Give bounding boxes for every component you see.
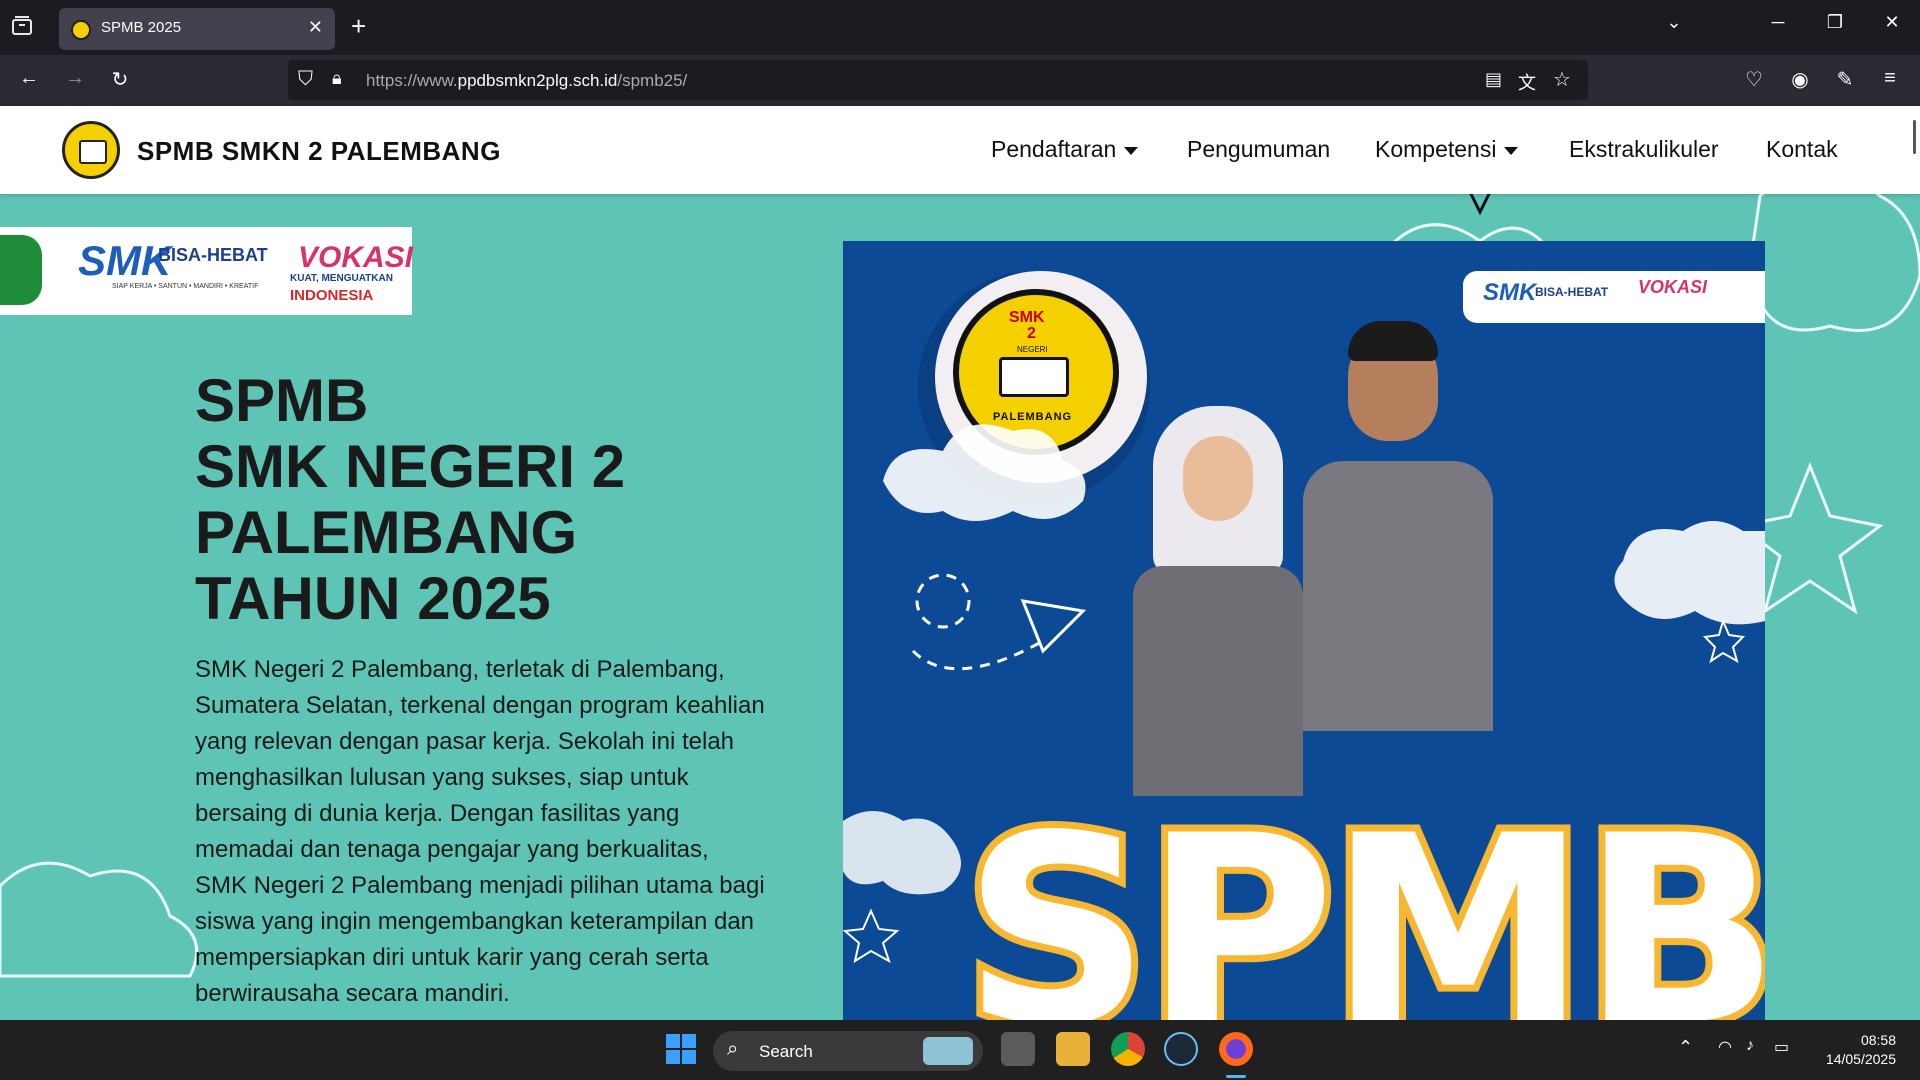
chrome-icon[interactable] xyxy=(1111,1032,1145,1066)
browser-tab-bar: SPMB 2025 ✕ + ⌄ ─ ❐ ✕ xyxy=(0,0,1920,55)
battery-icon[interactable]: ▭ xyxy=(1774,1037,1789,1057)
menu-kontak[interactable]: Kontak xyxy=(1766,136,1838,163)
site-header: SPMB SMKN 2 PALEMBANG Pendaftaran Pengum… xyxy=(0,106,1920,194)
menu-pendaftaran[interactable]: Pendaftaran xyxy=(991,136,1139,163)
tab-list-button[interactable] xyxy=(10,14,40,42)
taskbar-search[interactable]: ⌕ Search xyxy=(713,1031,983,1071)
firefox-icon[interactable] xyxy=(1219,1032,1253,1066)
student-girl-face xyxy=(1183,436,1253,521)
restore-button[interactable]: ❐ xyxy=(1815,12,1855,33)
hero-title-line: TAHUN 2025 xyxy=(195,565,551,632)
file-explorer-icon[interactable] xyxy=(1056,1032,1090,1066)
wifi-icon[interactable]: ◠ xyxy=(1718,1037,1732,1057)
back-icon[interactable]: ← xyxy=(14,67,44,90)
close-tab-icon[interactable]: ✕ xyxy=(308,17,323,38)
clock-date: 14/05/2025 xyxy=(1825,1051,1896,1067)
smk-banner: SMK BISA-HEBAT SIAP KERJA • SANTUN • MAN… xyxy=(0,227,414,315)
system-clock[interactable]: 08:58 14/05/2025 xyxy=(1826,1031,1896,1069)
pocket-icon[interactable]: ♡ xyxy=(1739,67,1769,92)
browser-nav-bar: ← → ↻ ⛉ 🔒︎ https://www.ppdbsmkn2plg.sch.… xyxy=(0,55,1920,106)
task-view-icon[interactable] xyxy=(1001,1032,1035,1066)
favicon-icon xyxy=(71,20,91,40)
dropdown-caret-icon xyxy=(1124,146,1139,155)
student-boy-vest xyxy=(1303,461,1493,731)
volume-icon[interactable]: ♪ xyxy=(1746,1037,1754,1055)
reader-view-icon[interactable]: ▤ xyxy=(1485,69,1502,90)
menu-kompetensi[interactable]: Kompetensi xyxy=(1375,136,1519,163)
clock-time: 08:58 xyxy=(1860,1032,1896,1048)
spmb-poster-image: SMK BISA-HEBAT VOKASI SMK 2 NEGERI PALEM… xyxy=(843,241,1765,1020)
minimize-button[interactable]: ─ xyxy=(1758,12,1798,33)
hero-title-line: SMK NEGERI 2 xyxy=(195,433,626,500)
vokasi-sub-text: KUAT, MENGUATKAN xyxy=(290,273,393,284)
address-bar[interactable]: ⛉ 🔒︎ https://www.ppdbsmkn2plg.sch.id/spm… xyxy=(288,60,1588,100)
app-menu-icon[interactable]: ≡ xyxy=(1875,67,1905,90)
translate-icon[interactable]: 文 xyxy=(1518,69,1536,95)
page-scrollbar[interactable] xyxy=(1913,120,1916,154)
student-boy-hair xyxy=(1348,321,1438,361)
school-logo-icon[interactable] xyxy=(62,121,120,179)
indonesia-text: INDONESIA xyxy=(290,287,374,304)
show-hidden-icons[interactable]: ⌃ xyxy=(1678,1037,1693,1058)
dropdown-caret-icon xyxy=(1504,146,1519,155)
account-icon[interactable]: ◉ xyxy=(1785,67,1815,92)
start-button[interactable] xyxy=(666,1034,696,1064)
hero-description: SMK Negeri 2 Palembang, terletak di Pale… xyxy=(195,656,765,1007)
reload-icon[interactable]: ↻ xyxy=(105,67,135,92)
site-name[interactable]: SPMB SMKN 2 PALEMBANG xyxy=(137,136,501,167)
bisa-hebat-text: BISA-HEBAT xyxy=(158,245,268,265)
hero-title-line: SPMB xyxy=(195,367,369,434)
vokasi-text: VOKASI xyxy=(298,241,414,274)
search-highlight-icon xyxy=(923,1037,973,1065)
lock-icon[interactable]: 🔒︎ xyxy=(332,68,342,89)
extensions-icon[interactable]: ✎ xyxy=(1830,67,1860,92)
url-text[interactable]: https://www.ppdbsmkn2plg.sch.id/spmb25/ xyxy=(366,71,687,91)
menu-pengumuman[interactable]: Pengumuman xyxy=(1187,136,1330,163)
bookmark-star-icon[interactable]: ☆ xyxy=(1553,67,1571,92)
search-icon: ⌕ xyxy=(727,1038,739,1060)
windows-logo-icon xyxy=(666,1034,696,1064)
list-all-tabs-icon[interactable]: ⌄ xyxy=(1654,12,1694,33)
taskbar: ⌕ Search ⌃ ◠ ♪ ▭ 08:58 14/05/2025 xyxy=(0,1020,1920,1080)
forward-icon[interactable]: → xyxy=(60,67,90,90)
web-page: SPMB SMKN 2 PALEMBANG Pendaftaran Pengum… xyxy=(0,106,1920,1020)
menu-ekstrakulikuler[interactable]: Ekstrakulikuler xyxy=(1569,136,1719,163)
close-window-button[interactable]: ✕ xyxy=(1872,12,1912,33)
search-label: Search xyxy=(759,1042,813,1061)
hero-title: SPMB SMK NEGERI 2 PALEMBANG TAHUN 2025 xyxy=(195,368,625,632)
tab-list-icon xyxy=(12,16,32,35)
tab-spmb-2025[interactable]: SPMB 2025 ✕ xyxy=(59,8,335,50)
shield-icon[interactable]: ⛉ xyxy=(298,68,313,91)
student-girl-vest xyxy=(1133,566,1303,796)
hero-title-line: PALEMBANG xyxy=(195,499,578,566)
tab-title: SPMB 2025 xyxy=(101,19,182,36)
steam-icon[interactable] xyxy=(1164,1032,1198,1066)
poster-spmb-word: SPMB xyxy=(956,774,1765,1020)
new-tab-button[interactable]: + xyxy=(351,12,366,40)
province-emblem-icon xyxy=(0,235,42,305)
active-app-indicator xyxy=(1226,1075,1246,1078)
banner-tagline: SIAP KERJA • SANTUN • MANDIRI • KREATIF xyxy=(112,283,259,290)
